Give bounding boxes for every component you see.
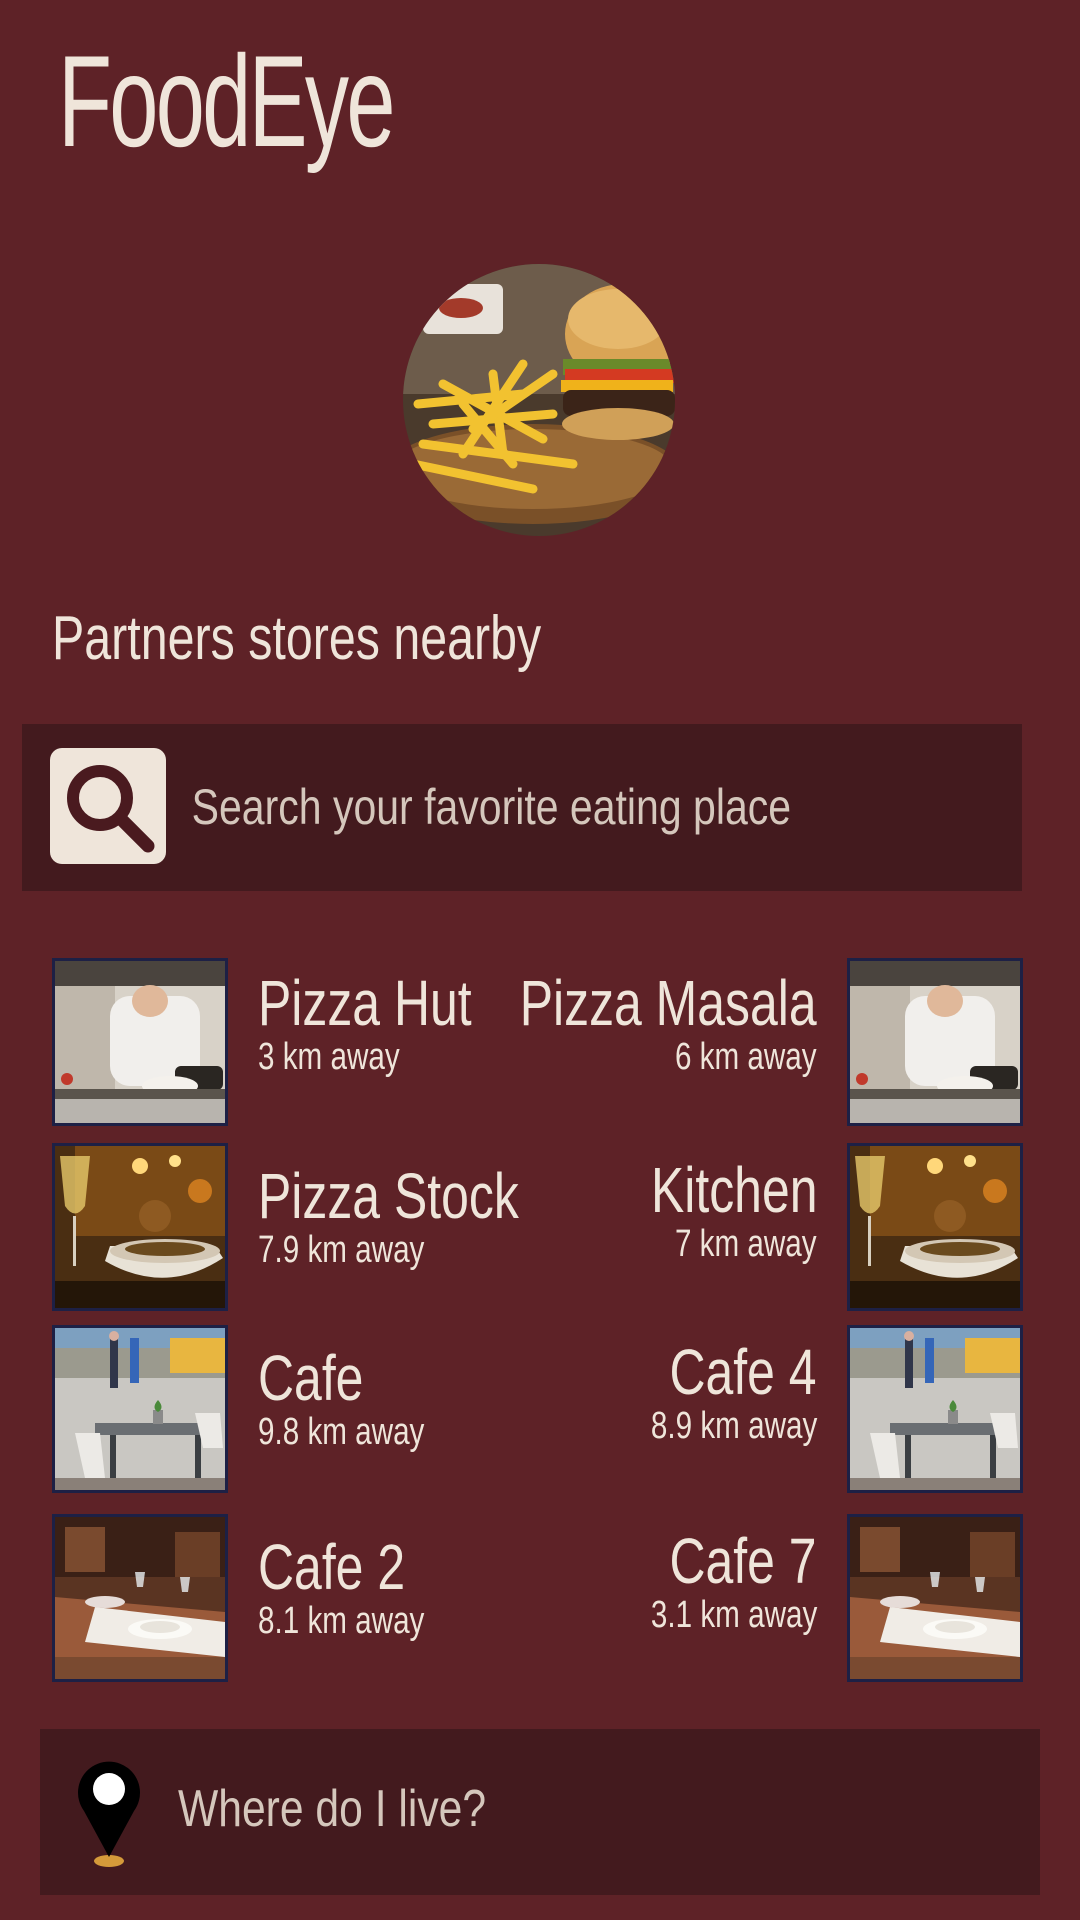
store-thumbnail [52,1325,228,1493]
store-card[interactable]: Cafe 7 3.1 km away [520,1514,1023,1682]
search-icon [67,765,155,853]
store-name: Kitchen [650,1154,817,1226]
store-card[interactable]: Cafe 4 8.9 km away [520,1325,1023,1493]
hero-food-image [403,264,675,536]
store-thumbnail [52,1514,228,1682]
store-name: Pizza Stock [258,1160,519,1232]
store-name: Cafe 7 [669,1525,817,1597]
store-name: Cafe 4 [669,1336,817,1408]
search-bar [22,724,1022,891]
store-card[interactable]: Pizza Masala 6 km away [520,958,1023,1126]
location-label: Where do I live? [178,1780,487,1838]
app-title: FoodEye [58,28,396,174]
location-button[interactable]: Where do I live? [40,1729,1040,1895]
store-card[interactable]: Kitchen 7 km away [520,1143,1023,1311]
store-distance: 8.1 km away [258,1600,425,1643]
store-thumbnail [847,1143,1023,1311]
search-button[interactable] [50,748,166,864]
store-card[interactable]: Pizza Stock 7.9 km away [52,1143,519,1311]
store-distance: 9.8 km away [258,1411,425,1454]
store-distance: 3 km away [258,1036,400,1079]
store-thumbnail [847,1325,1023,1493]
store-card[interactable]: Cafe 2 8.1 km away [52,1514,512,1682]
store-name: Cafe 2 [258,1531,406,1603]
store-card[interactable]: Cafe 9.8 km away [52,1325,512,1493]
location-pin-icon [77,1761,140,1867]
store-name: Cafe [258,1342,364,1414]
store-distance: 6 km away [675,1036,817,1079]
store-distance: 7 km away [675,1223,817,1266]
store-distance: 3.1 km away [650,1594,817,1637]
store-name: Pizza Masala [520,967,817,1039]
store-distance: 7.9 km away [258,1229,425,1272]
store-thumbnail [52,958,228,1126]
search-input[interactable] [190,756,866,858]
store-thumbnail [847,1514,1023,1682]
store-distance: 8.9 km away [650,1405,817,1448]
store-thumbnail [52,1143,228,1311]
store-thumbnail [847,958,1023,1126]
section-title: Partners stores nearby [52,604,542,673]
